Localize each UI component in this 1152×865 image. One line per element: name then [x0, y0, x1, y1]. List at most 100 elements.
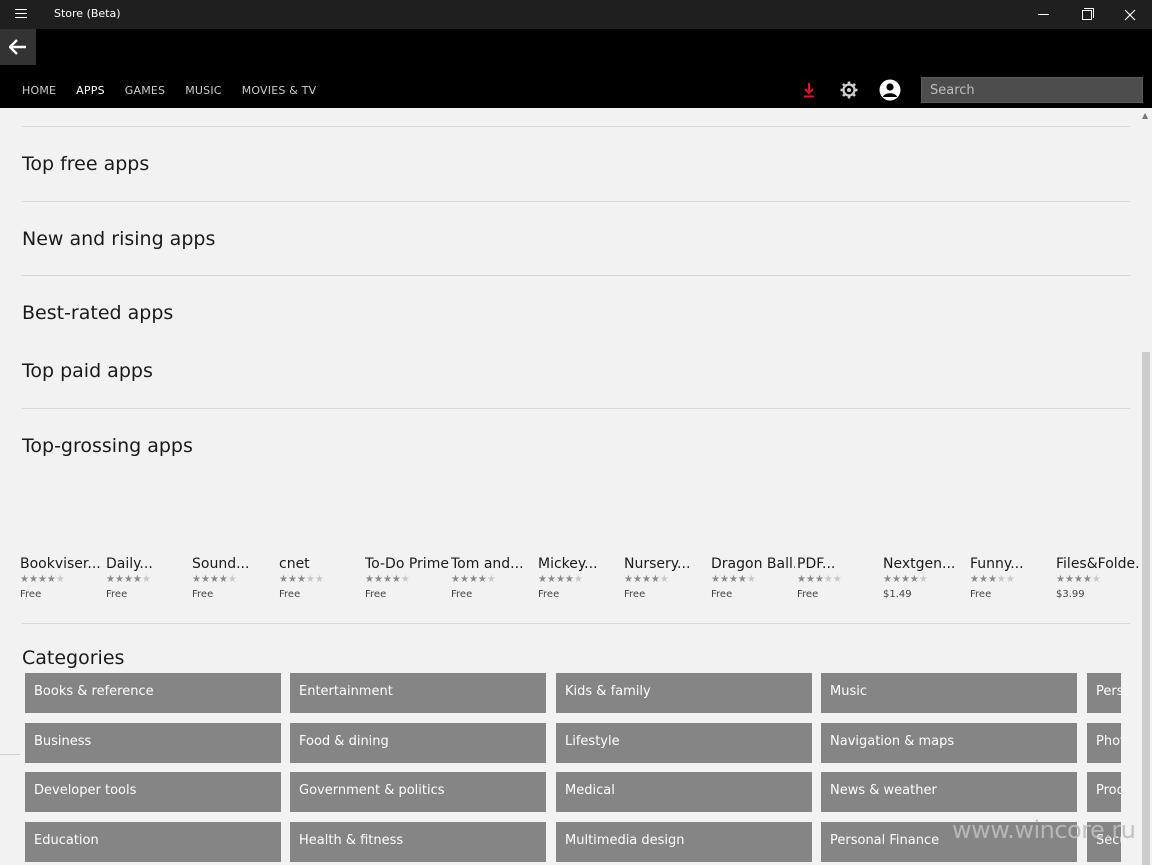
divider [22, 623, 1130, 624]
category-tile[interactable]: Government & politics [290, 772, 546, 812]
star-icon: ★ [1073, 574, 1083, 585]
star-icon: ★ [564, 574, 574, 585]
app-name: Dragon Ball... [711, 556, 795, 572]
category-tile[interactable]: Food & dining [290, 723, 546, 763]
star-icon: ★ [296, 574, 306, 585]
star-icon: ★ [192, 574, 201, 585]
app-name: Mickey... [538, 556, 598, 572]
search-input[interactable] [921, 77, 1143, 103]
app-tile[interactable]: Tom and... ★★★★★ Free [451, 556, 535, 600]
app-tile[interactable]: Bookviser... ★★★★★ Free [20, 556, 104, 600]
divider [22, 126, 1130, 127]
star-icon: ★ [805, 574, 815, 585]
app-name: cnet [279, 556, 310, 572]
category-tile[interactable]: Lifestyle [556, 723, 812, 763]
section-top-paid-apps[interactable]: Top paid apps [22, 360, 153, 382]
divider [22, 408, 1130, 409]
app-tile[interactable]: PDF... ★★★★★ Free [797, 556, 881, 600]
downloads-button[interactable] [801, 79, 817, 101]
star-icon: ★ [20, 574, 29, 585]
app-price: Free [624, 589, 646, 600]
nav-tab-games[interactable]: GAMES [125, 84, 165, 97]
star-icon: ★ [641, 574, 651, 585]
nav-tab-apps[interactable]: APPS [76, 84, 105, 97]
star-icon: ★ [909, 574, 919, 585]
app-name: Tom and... [451, 556, 524, 572]
category-tile[interactable]: Health & fitness [290, 822, 546, 862]
minimize-button[interactable] [1021, 0, 1065, 29]
app-price: Free [365, 589, 387, 600]
app-name: Sound... [192, 556, 250, 572]
app-name: Files&Folde... [1056, 556, 1140, 572]
category-tile[interactable]: Business [25, 723, 281, 763]
app-tile[interactable]: Nursery... ★★★★★ Free [624, 556, 708, 600]
account-button[interactable] [879, 79, 901, 101]
star-icon: ★ [891, 574, 901, 585]
star-icon: ★ [900, 574, 910, 585]
nav-tab-movies-tv[interactable]: MOVIES & TV [242, 84, 317, 97]
category-tile[interactable]: Multimedia design [556, 822, 812, 862]
vertical-scrollbar[interactable]: ▲ [1140, 108, 1152, 865]
star-icon: ★ [632, 574, 642, 585]
star-rating: ★★★★★ [192, 575, 276, 585]
app-name: PDF... [797, 556, 836, 572]
category-tile[interactable]: Education [25, 822, 281, 862]
star-rating: ★★★★★ [538, 575, 622, 585]
star-icon: ★ [918, 574, 928, 585]
back-button[interactable] [0, 29, 36, 65]
app-tile[interactable]: Daily... ★★★★★ Free [106, 556, 190, 600]
app-tile[interactable]: Files&Folde... ★★★★★ $3.99 [1056, 556, 1140, 600]
star-icon: ★ [37, 574, 47, 585]
scroll-thumb[interactable] [1142, 352, 1150, 865]
star-icon: ★ [218, 574, 228, 585]
star-icon: ★ [55, 574, 65, 585]
star-icon: ★ [737, 574, 747, 585]
app-price: Free [106, 589, 128, 600]
star-icon: ★ [1082, 574, 1092, 585]
restore-icon [1082, 7, 1094, 20]
star-icon: ★ [132, 574, 142, 585]
gear-icon [840, 81, 858, 99]
star-rating: ★★★★★ [883, 575, 967, 585]
category-tile[interactable]: Prod [1087, 772, 1121, 812]
restore-button[interactable] [1065, 0, 1109, 29]
star-icon: ★ [123, 574, 133, 585]
app-tile[interactable]: Nextgen... ★★★★★ $1.49 [883, 556, 967, 600]
star-icon: ★ [200, 574, 210, 585]
nav-tab-music[interactable]: MUSIC [185, 84, 221, 97]
star-icon: ★ [106, 574, 115, 585]
scroll-up-icon[interactable]: ▲ [1142, 111, 1148, 120]
category-tile[interactable]: Phot [1087, 723, 1121, 763]
category-tile[interactable]: Kids & family [556, 673, 812, 713]
section-top-grossing-apps[interactable]: Top-grossing apps [22, 435, 193, 457]
divider [22, 275, 1130, 276]
hamburger-menu-icon[interactable] [15, 9, 27, 19]
app-tile[interactable]: Funny... ★★★★★ Free [970, 556, 1054, 600]
category-tile[interactable]: Navigation & maps [821, 723, 1077, 763]
app-tile[interactable]: cnet ★★★★★ Free [279, 556, 363, 600]
app-tile[interactable]: Sound... ★★★★★ Free [192, 556, 276, 600]
category-tile[interactable]: Music [821, 673, 1077, 713]
close-button[interactable] [1108, 0, 1152, 29]
star-icon: ★ [1091, 574, 1101, 585]
section-top-free-apps[interactable]: Top free apps [22, 153, 149, 175]
star-icon: ★ [659, 574, 669, 585]
section-best-rated-apps[interactable]: Best-rated apps [22, 302, 173, 324]
category-tile[interactable]: Medical [556, 772, 812, 812]
app-tile[interactable]: Mickey... ★★★★★ Free [538, 556, 622, 600]
section-new-and-rising-apps[interactable]: New and rising apps [22, 228, 215, 250]
nav-tab-home[interactable]: HOME [22, 84, 56, 97]
app-name: Bookviser... [20, 556, 101, 572]
settings-button[interactable] [839, 79, 859, 101]
app-price: Free [797, 589, 819, 600]
category-tile[interactable]: News & weather [821, 772, 1077, 812]
category-tile[interactable]: Developer tools [25, 772, 281, 812]
app-price: Free [192, 589, 214, 600]
category-tile[interactable]: Entertainment [290, 673, 546, 713]
categories-title[interactable]: Categories [22, 647, 124, 669]
app-tile[interactable]: Dragon Ball...★★★★★Free [711, 556, 795, 600]
app-tile[interactable]: To-Do Prime ★★★★★ Free [365, 556, 449, 600]
star-icon: ★ [28, 574, 38, 585]
category-tile[interactable]: Books & reference [25, 673, 281, 713]
category-tile[interactable]: Pers [1087, 673, 1121, 713]
